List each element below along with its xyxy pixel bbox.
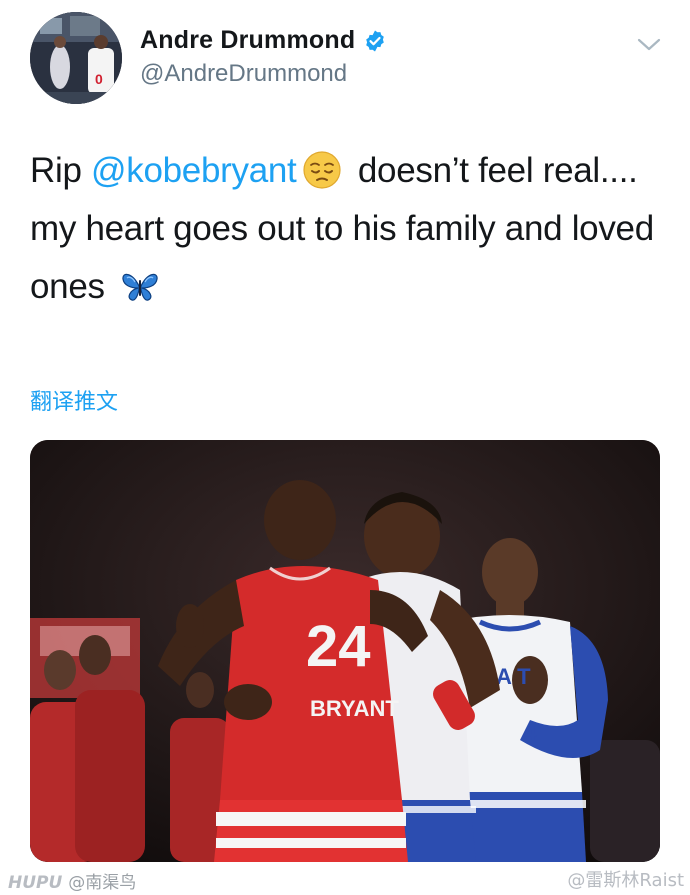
chevron-down-icon[interactable] <box>636 36 662 54</box>
mention-link[interactable]: @kobebryant <box>91 151 297 190</box>
watermark-left: HUPU @南渠鸟 <box>8 868 136 893</box>
verified-badge-icon <box>363 29 387 53</box>
tweet-text: Rip @kobebryant doesn’t feel real.... my… <box>30 142 670 316</box>
watermark-user: @南渠鸟 <box>68 873 137 893</box>
basketball-photo: 4 A T 24 BRYANT <box>30 440 660 862</box>
tweet-header: 0 Andre Drummond @AndreDrummond <box>30 12 670 104</box>
svg-text:0: 0 <box>95 71 103 87</box>
tweet-text-start: Rip <box>30 151 92 190</box>
author-handle[interactable]: @AndreDrummond <box>140 60 347 88</box>
jersey-number-right: 4 <box>524 720 537 745</box>
pensive-face-emoji-icon <box>302 150 342 190</box>
watermark-brand: HUPU <box>8 873 63 893</box>
jersey-number-left: 24 <box>306 614 371 679</box>
jersey-name-left: BRYANT <box>310 696 399 721</box>
watermark-right: @雷斯林Raist <box>567 870 684 891</box>
blue-butterfly-emoji-icon <box>120 266 160 306</box>
translate-tweet-link[interactable]: 翻译推文 <box>30 384 118 416</box>
avatar-photo: 0 <box>30 12 122 104</box>
jersey-letters-right: A T <box>496 664 531 689</box>
tweet-photo[interactable]: 4 A T 24 BRYANT <box>30 440 660 862</box>
avatar[interactable]: 0 <box>30 12 122 104</box>
author-name-row: Andre Drummond <box>140 26 387 55</box>
author-name[interactable]: Andre Drummond <box>140 26 355 55</box>
